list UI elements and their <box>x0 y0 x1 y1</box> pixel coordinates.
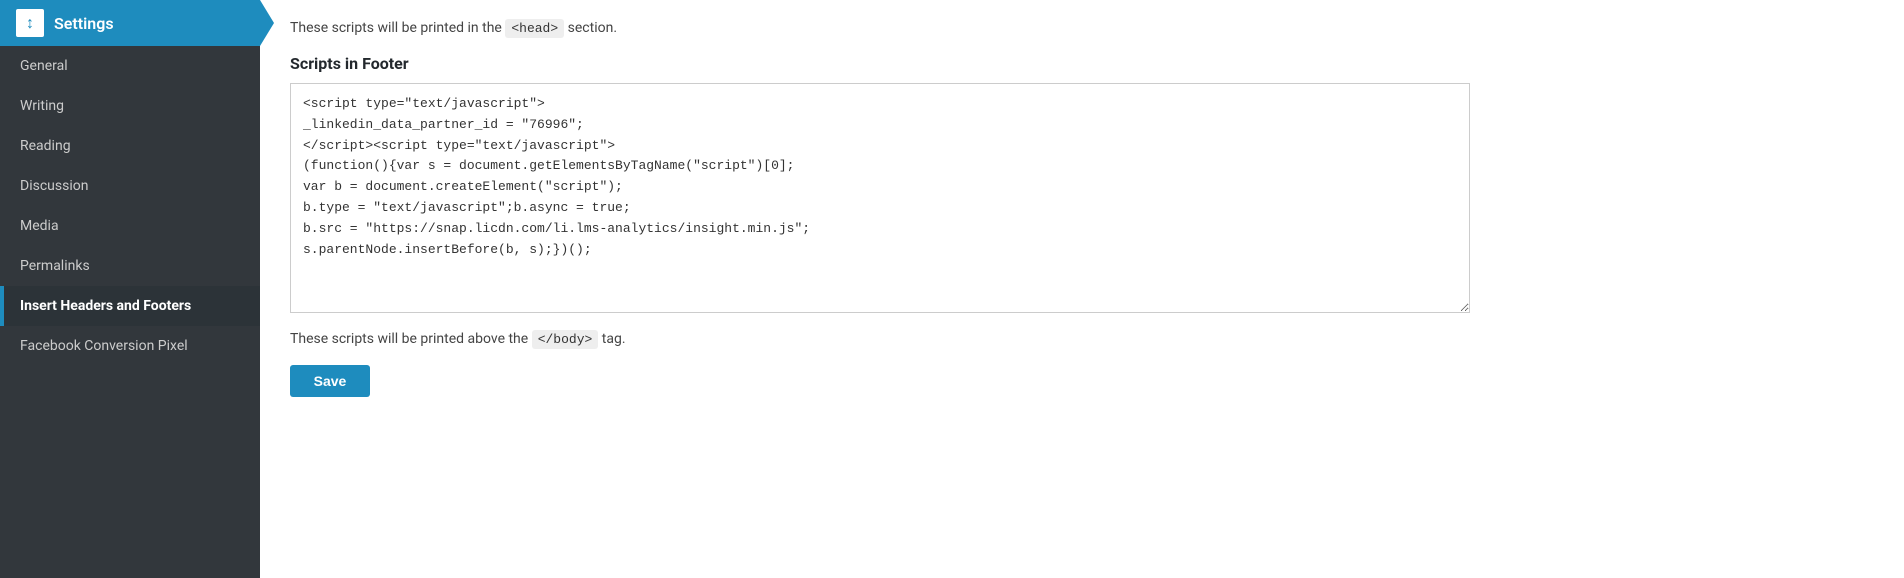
footer-scripts-textarea[interactable] <box>290 83 1470 313</box>
main-content: These scripts will be printed in the <he… <box>260 0 1904 578</box>
sidebar-item-facebook-pixel[interactable]: Facebook Conversion Pixel <box>0 326 260 366</box>
sidebar-item-media[interactable]: Media <box>0 206 260 246</box>
sidebar-title: Settings <box>54 14 114 33</box>
sidebar-item-insert-headers-footers[interactable]: Insert Headers and Footers <box>0 286 260 326</box>
head-tag-code: <head> <box>505 19 564 38</box>
body-tag-code: </body> <box>532 330 599 349</box>
sidebar-item-reading[interactable]: Reading <box>0 126 260 166</box>
sidebar-item-general[interactable]: General <box>0 46 260 86</box>
head-text-before: These scripts will be printed in the <box>290 20 502 36</box>
sidebar-item-discussion[interactable]: Discussion <box>0 166 260 206</box>
head-text-after: section. <box>568 20 617 36</box>
wp-icon-symbol: ↕ <box>26 13 34 33</box>
sidebar: ↕ Settings General Writing Reading Discu… <box>0 0 260 578</box>
sidebar-item-permalinks[interactable]: Permalinks <box>0 246 260 286</box>
body-text-after: tag. <box>602 331 626 347</box>
sidebar-item-writing[interactable]: Writing <box>0 86 260 126</box>
sidebar-header: ↕ Settings <box>0 0 260 46</box>
body-text-before: These scripts will be printed above the <box>290 331 528 347</box>
scripts-footer-title: Scripts in Footer <box>290 54 1874 73</box>
sidebar-nav: General Writing Reading Discussion Media… <box>0 46 260 578</box>
save-button[interactable]: Save <box>290 365 370 397</box>
head-description: These scripts will be printed in the <he… <box>290 20 1874 36</box>
wp-icon: ↕ <box>16 9 44 37</box>
body-description: These scripts will be printed above the … <box>290 331 1874 347</box>
